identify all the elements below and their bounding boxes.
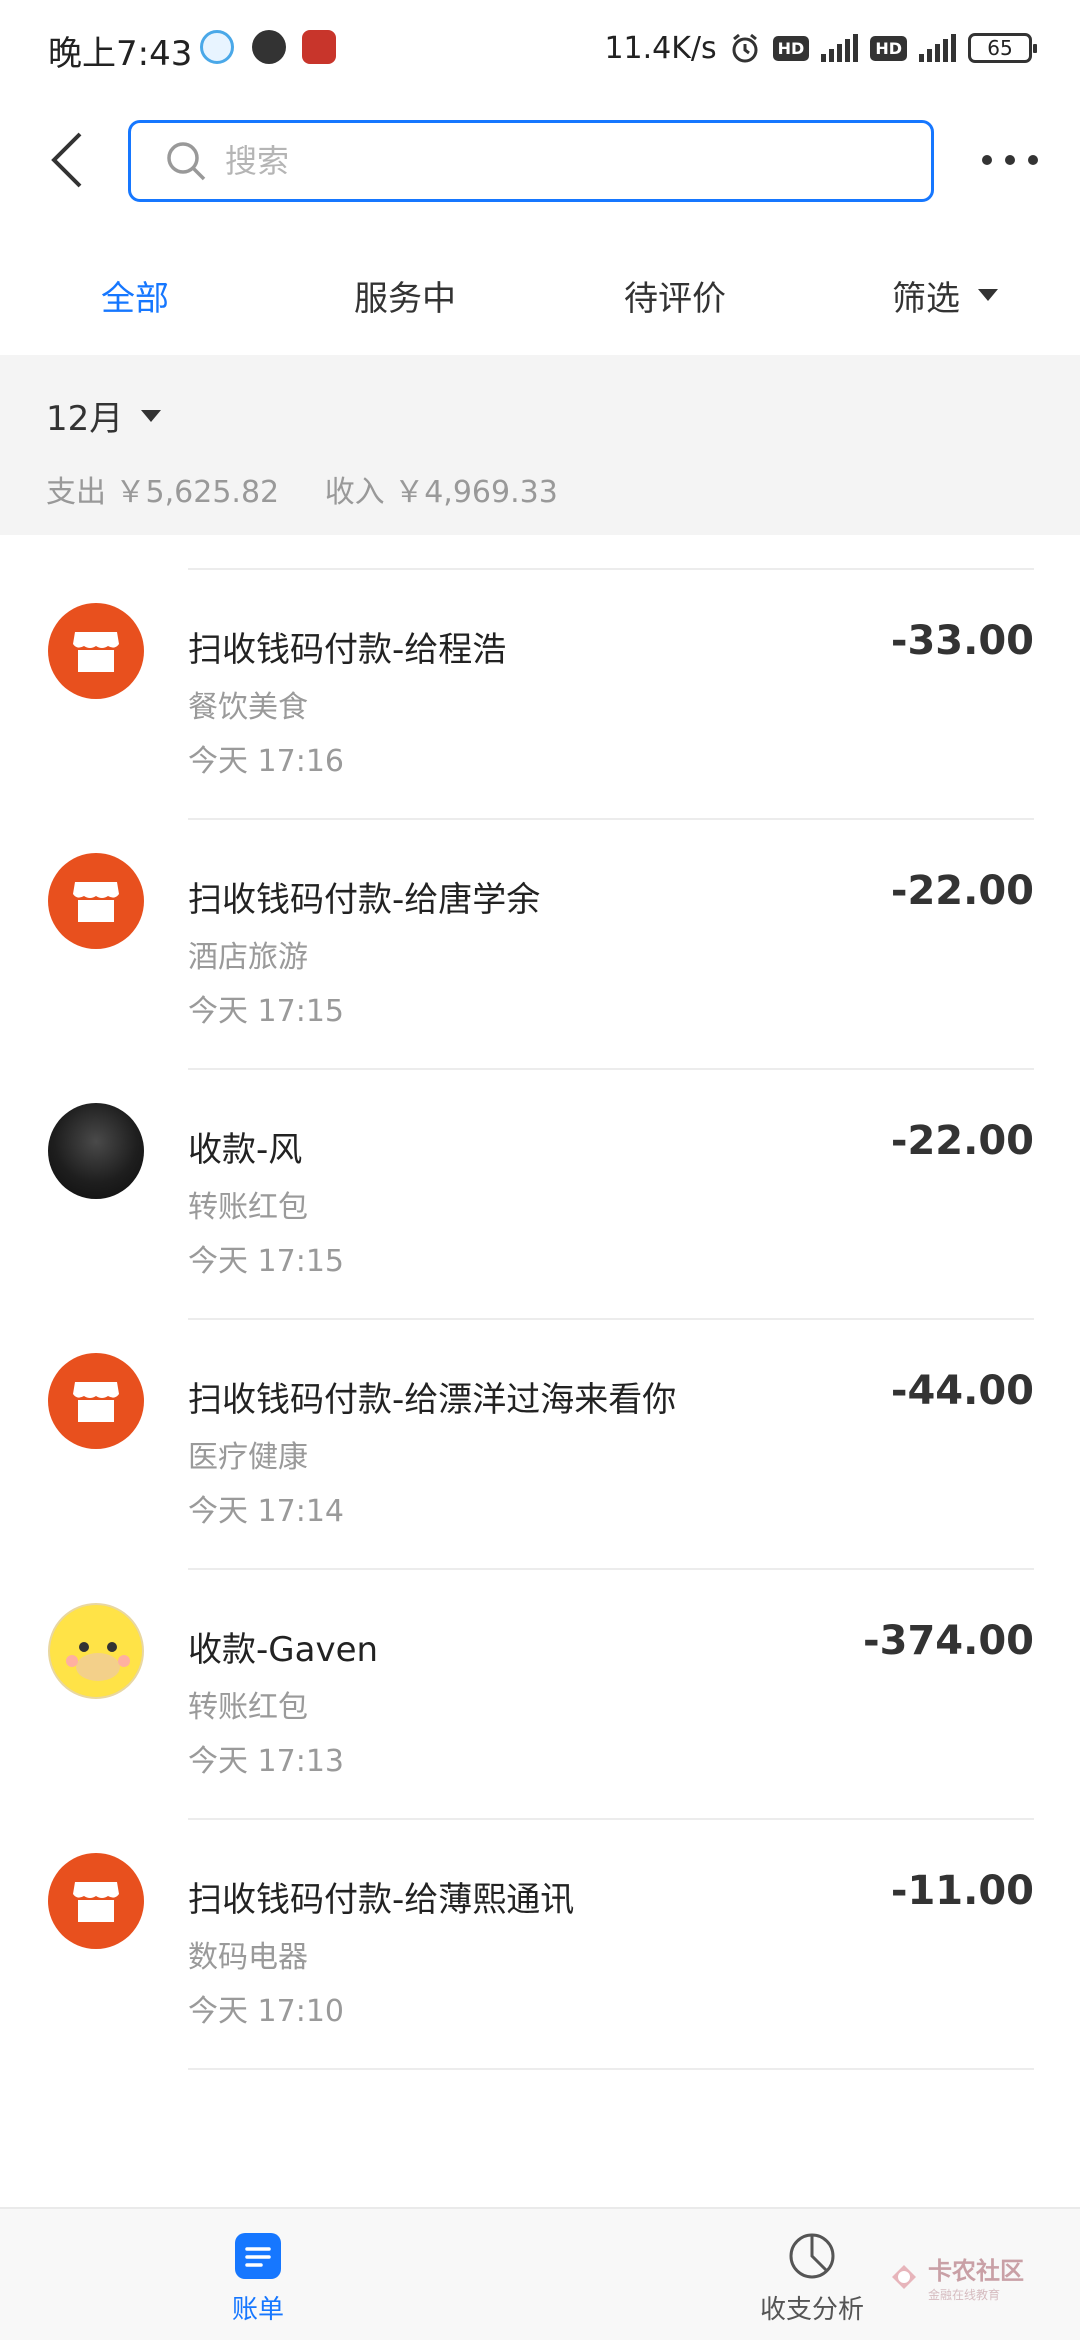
transaction-title: 扫收钱码付款-给唐学余 [188, 880, 541, 920]
tab-filter[interactable]: 筛选 [810, 240, 1080, 350]
chevron-left-icon [51, 132, 82, 188]
alarm-icon [732, 33, 758, 63]
transaction-amount: -11.00 [890, 1868, 1034, 1914]
tab-to-review[interactable]: 待评价 [540, 240, 810, 350]
app-red-icon [302, 30, 336, 64]
battery-icon: 65 [968, 33, 1037, 63]
watermark-title: 卡农社区 [928, 2257, 1024, 2285]
app-k-icon [200, 30, 234, 64]
filter-tabs: 全部 服务中 待评价 筛选 [0, 240, 1080, 350]
nav-stats-label: 收支分析 [760, 2295, 865, 2325]
hd-badge-2: HD [870, 35, 907, 61]
caret-down-icon [141, 409, 162, 422]
tab-label: 筛选 [892, 278, 960, 319]
income-total: 收入 ￥4,969.33 [324, 475, 558, 510]
watermark-logo: 卡农社区 金融在线教育 [886, 2251, 1024, 2303]
expense-total: 支出 ￥5,625.82 [46, 475, 280, 510]
transaction-time: 今天 17:14 [188, 1494, 344, 1529]
transaction-title: 扫收钱码付款-给程浩 [188, 630, 507, 670]
signal-icon-2 [919, 34, 956, 62]
knong-logo-icon [892, 2265, 916, 2289]
status-bar: 晚上7:43 11.4K/s HD HD 65 [0, 0, 1080, 100]
transaction-title: 收款-Gaven [188, 1630, 379, 1670]
transaction-row[interactable]: 扫收钱码付款-给漂洋过海来看你医疗健康今天 17:14 -44.00 [0, 1320, 1080, 1570]
pie-chart-icon [789, 2233, 835, 2279]
status-right: 11.4K/s HD HD 65 [604, 26, 1037, 70]
transaction-title: 扫收钱码付款-给薄熙通讯 [188, 1880, 575, 1920]
month-totals: 支出 ￥5,625.82 收入 ￥4,969.33 [46, 467, 594, 511]
dot-icon [1005, 155, 1015, 165]
transaction-amount: -33.00 [890, 618, 1034, 664]
transaction-row[interactable]: 扫收钱码付款-给薄熙通讯数码电器今天 17:10 -11.00 [0, 1820, 1080, 2070]
app-clock-icon [252, 30, 286, 64]
caret-down-icon [978, 289, 998, 301]
transaction-time: 今天 17:15 [188, 994, 344, 1029]
net-speed: 11.4K/s [604, 30, 717, 66]
transaction-time: 今天 17:15 [188, 1244, 344, 1279]
dot-icon [1028, 155, 1038, 165]
month-summary: 12月 支出 ￥5,625.82 收入 ￥4,969.33 [0, 355, 1080, 535]
back-button[interactable] [44, 130, 94, 190]
nav-stats[interactable]: 收支分析 [760, 2231, 864, 2326]
shop-icon [48, 1353, 144, 1449]
transaction-category: 酒店旅游 [188, 940, 308, 975]
dot-icon [982, 155, 992, 165]
search-icon [167, 142, 206, 181]
transaction-amount: -22.00 [890, 868, 1034, 914]
tab-in-service[interactable]: 服务中 [270, 240, 540, 350]
search-box[interactable] [128, 120, 934, 202]
tab-all[interactable]: 全部 [0, 240, 270, 350]
hd-badge-1: HD [772, 35, 810, 61]
more-options-button[interactable] [982, 140, 1038, 180]
shop-icon [48, 603, 144, 699]
transaction-title: 扫收钱码付款-给漂洋过海来看你 [188, 1380, 677, 1420]
signal-icon-1 [821, 34, 859, 62]
transaction-time: 今天 17:16 [188, 744, 344, 779]
transaction-row[interactable]: 扫收钱码付款-给老盖饭餐饮美食今天 17:16-22.00 [0, 535, 1080, 570]
nav-bill-label: 账单 [232, 2295, 285, 2325]
search-input[interactable] [225, 142, 825, 180]
bottom-nav: 账单 收支分析 卡农社区 金融在线教育 [0, 2207, 1080, 2340]
row-divider [188, 2068, 1034, 2070]
transaction-amount: -22.00 [890, 1118, 1034, 1164]
transaction-category: 转账红包 [188, 1690, 308, 1725]
tab-label: 服务中 [354, 278, 456, 319]
transaction-category: 转账红包 [188, 1190, 308, 1225]
watermark-sub: 金融在线教育 [928, 2288, 1001, 2302]
transaction-list: 扫收钱码付款-给老盖饭餐饮美食今天 17:16-22.00扫收钱码付款-给程浩餐… [0, 535, 1080, 2207]
user-avatar [48, 1603, 144, 1699]
transaction-row[interactable]: 扫收钱码付款-给唐学余酒店旅游今天 17:15 -22.00 [0, 820, 1080, 1070]
transaction-title: 收款-风 [188, 1130, 303, 1170]
shop-icon [48, 853, 144, 949]
tab-label: 全部 [101, 278, 169, 319]
transaction-row[interactable]: 收款-风转账红包今天 17:15 -22.00 [0, 1070, 1080, 1320]
month-label: 12月 [46, 399, 124, 439]
transaction-category: 数码电器 [188, 1940, 308, 1975]
user-avatar [48, 1103, 144, 1199]
transaction-category: 餐饮美食 [188, 690, 308, 725]
transaction-category: 医疗健康 [188, 1440, 308, 1475]
nav-bill[interactable]: 账单 [232, 2231, 284, 2326]
transaction-time: 今天 17:10 [188, 1994, 344, 2029]
transaction-row[interactable]: 扫收钱码付款-给程浩餐饮美食今天 17:16 -33.00 [0, 570, 1080, 820]
transaction-row[interactable]: 收款-Gaven 转账红包今天 17:13 -374.00 [0, 1570, 1080, 1820]
shop-icon [48, 1853, 144, 1949]
month-selector[interactable]: 12月 [46, 391, 162, 440]
transaction-time: 今天 17:13 [188, 1744, 344, 1779]
transaction-list-inner: 扫收钱码付款-给老盖饭餐饮美食今天 17:16-22.00扫收钱码付款-给程浩餐… [0, 535, 1080, 2070]
transaction-amount: -374.00 [863, 1618, 1034, 1664]
status-time: 晚上7:43 [48, 34, 193, 74]
tab-label: 待评价 [624, 278, 726, 319]
bill-icon [235, 2233, 281, 2279]
transaction-amount: -44.00 [890, 1368, 1034, 1414]
